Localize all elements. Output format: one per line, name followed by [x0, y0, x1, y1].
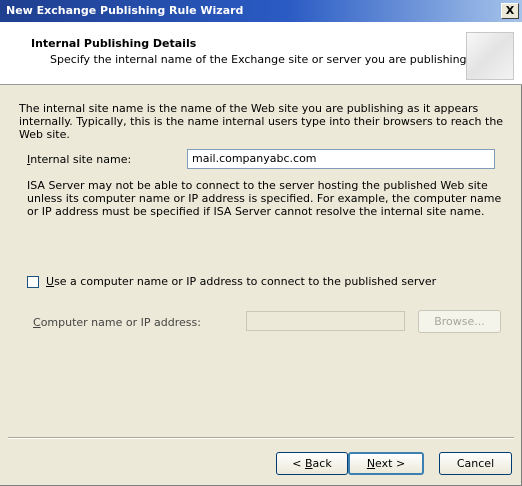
- window-title: New Exchange Publishing Rule Wizard: [6, 4, 244, 17]
- cancel-button[interactable]: Cancel: [439, 452, 512, 475]
- next-button[interactable]: Next >: [348, 452, 424, 475]
- computer-name-label: Computer name or IP address:: [33, 316, 201, 329]
- internal-site-label: Internal site name:: [27, 153, 132, 166]
- footer-divider: [8, 437, 514, 439]
- use-computer-name-label[interactable]: Use a computer name or IP address to con…: [46, 275, 436, 288]
- wizard-header: Internal Publishing Details Specify the …: [0, 22, 522, 85]
- intro-text: The internal site name is the name of th…: [19, 102, 504, 141]
- wizard-window: New Exchange Publishing Rule Wizard X In…: [0, 0, 522, 486]
- back-button[interactable]: < Back: [276, 452, 348, 475]
- close-icon: X: [505, 4, 515, 17]
- title-bar: New Exchange Publishing Rule Wizard X: [0, 0, 522, 22]
- warning-text: ISA Server may not be able to connect to…: [27, 179, 502, 218]
- page-subtitle: Specify the internal name of the Exchang…: [50, 53, 471, 66]
- use-computer-name-checkbox[interactable]: [27, 276, 39, 288]
- close-button[interactable]: X: [501, 3, 519, 19]
- browse-button[interactable]: Browse...: [418, 310, 501, 333]
- internal-site-name-input[interactable]: mail.companyabc.com: [187, 149, 495, 169]
- wizard-header-graphic: [466, 32, 514, 80]
- page-title: Internal Publishing Details: [31, 37, 197, 50]
- computer-name-input[interactable]: [246, 311, 405, 331]
